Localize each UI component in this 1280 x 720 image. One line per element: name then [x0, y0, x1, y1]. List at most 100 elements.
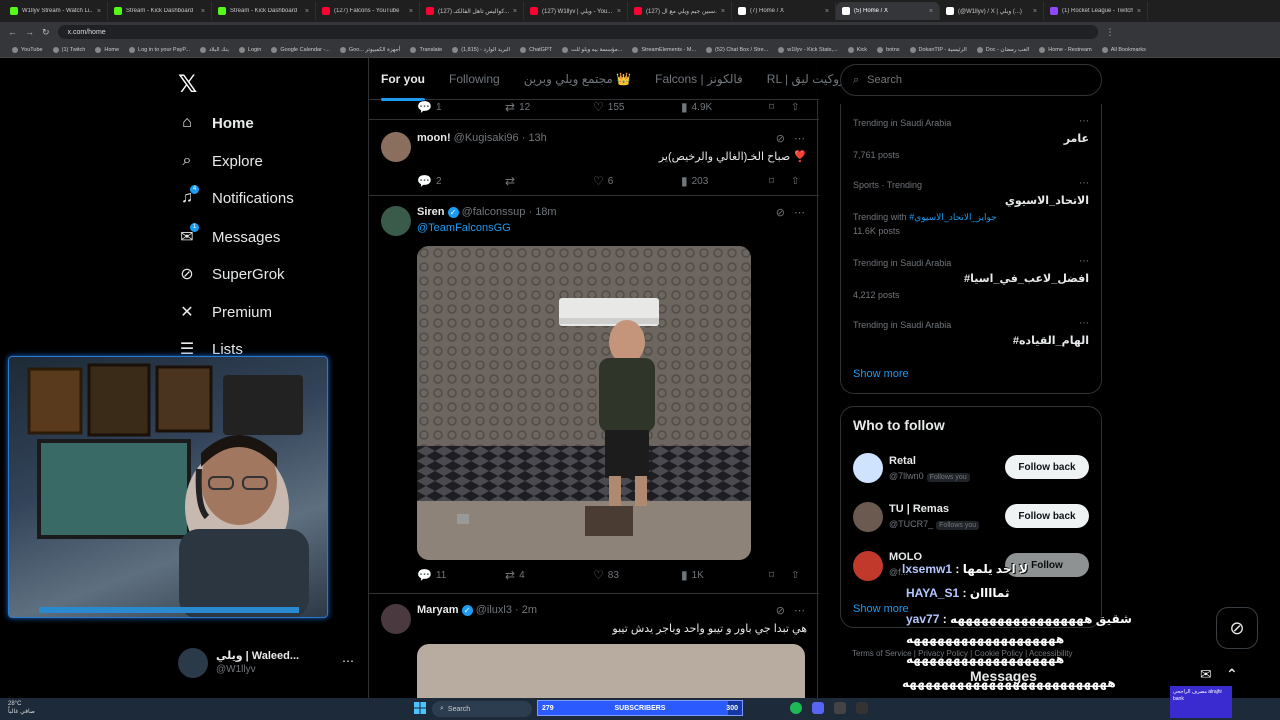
- trend-with-hashtag[interactable]: #جوايز_الاتحاد_الاسيوي: [909, 212, 997, 222]
- bookmark-item[interactable]: Home: [95, 46, 119, 53]
- taskbar-search[interactable]: ⌕ Search: [432, 701, 532, 717]
- close-tab-icon[interactable]: ×: [513, 8, 517, 15]
- bookmark-item[interactable]: DokanTIP - الرئيسية: [909, 46, 967, 53]
- more-icon[interactable]: ⋯: [794, 604, 805, 617]
- browser-tab[interactable]: Stream - Kick Dashboard ×: [108, 2, 212, 20]
- browser-tab[interactable]: (7) Home / X ×: [732, 2, 836, 20]
- extensions-icon[interactable]: ⋮: [1106, 27, 1115, 38]
- like-button[interactable]: ♡ 155: [593, 100, 681, 114]
- bookmark-item[interactable]: w1llyv - Kick Stats,...: [778, 46, 838, 53]
- search-input[interactable]: ⌕ Search: [840, 64, 1102, 96]
- tab-for-you[interactable]: For you: [369, 72, 437, 101]
- more-icon[interactable]: ⋯: [794, 206, 805, 219]
- follow-back-button[interactable]: Follow back: [1005, 504, 1089, 528]
- close-tab-icon[interactable]: ×: [929, 8, 933, 15]
- grok-icon[interactable]: ⊘: [776, 132, 785, 145]
- follow-back-button[interactable]: Follow back: [1005, 455, 1089, 479]
- like-button[interactable]: ♡ 6: [593, 174, 681, 188]
- bookmark-item[interactable]: All Bookmarks: [1101, 46, 1146, 53]
- bookmark-icon[interactable]: ⌑: [769, 570, 791, 581]
- more-icon[interactable]: ⋯: [1079, 318, 1089, 329]
- more-icon[interactable]: ⋯: [342, 654, 354, 668]
- browser-tab[interactable]: (127) Falcons - YouTube ×: [316, 2, 420, 20]
- post-image[interactable]: [417, 644, 805, 698]
- x-logo-icon[interactable]: 𝕏: [178, 70, 197, 99]
- close-tab-icon[interactable]: ×: [617, 8, 621, 15]
- reply-button[interactable]: 💬 1: [417, 100, 505, 114]
- bookmark-item[interactable]: Kick: [847, 46, 867, 53]
- bookmark-item[interactable]: البريد الوارد - (1,815): [452, 46, 510, 53]
- browser-tab[interactable]: (5) Home / X ×: [836, 2, 940, 20]
- bookmark-item[interactable]: ChatGPT: [520, 46, 552, 53]
- post-author[interactable]: Maryam ✓ @iluxl3 · 2m: [417, 604, 537, 616]
- bookmark-icon[interactable]: ⌑: [769, 176, 791, 187]
- app-icon[interactable]: [856, 702, 868, 714]
- share-icon[interactable]: ⇧: [791, 102, 803, 113]
- nav-premium[interactable]: ✕ Premium: [178, 302, 272, 322]
- share-icon[interactable]: ⇧: [791, 176, 803, 187]
- tab-following[interactable]: Following: [437, 72, 512, 86]
- nav-supergrok[interactable]: ⊘ SuperGrok: [178, 264, 284, 284]
- spotify-icon[interactable]: [790, 702, 802, 714]
- more-icon[interactable]: ⋯: [1079, 256, 1089, 267]
- more-icon[interactable]: ⋯: [1079, 116, 1089, 127]
- reload-icon[interactable]: ↻: [42, 27, 50, 38]
- close-tab-icon[interactable]: ×: [825, 8, 829, 15]
- post-video[interactable]: [417, 246, 751, 560]
- avatar[interactable]: [381, 206, 411, 236]
- bookmark-item[interactable]: (1) Twitch: [52, 46, 85, 53]
- like-button[interactable]: ♡ 83: [593, 568, 681, 582]
- views-button[interactable]: ▮ 4.9K: [681, 100, 769, 114]
- bookmark-item[interactable]: Log in to your PayP...: [129, 46, 190, 53]
- browser-tab[interactable]: (1) Rocket League - Twitch ×: [1044, 2, 1148, 20]
- bookmark-item[interactable]: مؤسسة بيه ويلو للت...: [562, 46, 622, 53]
- browser-tab[interactable]: (127) كواليس تأهل الفالكنـ... ×: [420, 2, 524, 20]
- bookmark-icon[interactable]: ⌑: [769, 102, 791, 113]
- bookmark-item[interactable]: YouTube: [12, 46, 43, 53]
- bookmark-item[interactable]: Google Calendar -...: [271, 46, 330, 53]
- browser-tab[interactable]: W1llyv Stream - Watch Li... ×: [4, 2, 108, 20]
- browser-tab[interactable]: Stream - Kick Dashboard ×: [212, 2, 316, 20]
- bookmark-item[interactable]: botns: [877, 46, 900, 53]
- avatar[interactable]: [853, 502, 883, 532]
- close-tab-icon[interactable]: ×: [1137, 8, 1141, 15]
- who-to-follow-show-more-link[interactable]: Show more: [853, 603, 909, 615]
- discord-icon[interactable]: [812, 702, 824, 714]
- account-switcher[interactable]: ويلي | Waleed... @W1llyv ⋯: [178, 646, 362, 682]
- nav-home[interactable]: ⌂ Home: [178, 114, 254, 132]
- post-moon[interactable]: moon! @Kugisaki96 · 13h ⊘ ⋯ صباح الخـ(ال…: [369, 122, 819, 196]
- compose-message-icon[interactable]: ✉: [1200, 666, 1212, 683]
- weather-widget[interactable]: 28°C صافي غالباً: [8, 700, 35, 716]
- app-icon[interactable]: [834, 702, 846, 714]
- browser-tab[interactable]: (127) W1llyv | ويلي - You... ×: [524, 2, 628, 20]
- views-button[interactable]: ▮ 1K: [681, 568, 769, 582]
- browser-tab[interactable]: (127) سبين جيم ويلي مع ال... ×: [628, 2, 732, 20]
- post-mention-link[interactable]: @TeamFalconsGG: [417, 222, 511, 234]
- bookmark-item[interactable]: Translate: [410, 46, 442, 53]
- close-tab-icon[interactable]: ×: [1033, 8, 1037, 15]
- share-icon[interactable]: ⇧: [791, 570, 803, 581]
- close-tab-icon[interactable]: ×: [97, 8, 101, 15]
- close-tab-icon[interactable]: ×: [721, 8, 725, 15]
- repost-button[interactable]: ⇄ 4: [505, 568, 593, 582]
- post-siren[interactable]: Siren ✓ @falconssup · 18m ⊘ ⋯ @TeamFalco…: [369, 196, 819, 594]
- forward-icon[interactable]: →: [25, 27, 34, 37]
- nav-messages[interactable]: ✉ 1 Messages: [178, 223, 280, 247]
- address-bar[interactable]: x.com/home: [57, 25, 1098, 39]
- bookmark-item[interactable]: StreamElements - M...: [632, 46, 696, 53]
- reply-button[interactable]: 💬 2: [417, 174, 505, 188]
- chevron-up-icon[interactable]: ⌃: [1226, 666, 1238, 683]
- more-icon[interactable]: ⋯: [1079, 178, 1089, 189]
- tab-falcons[interactable]: Falcons | فالكونز: [643, 72, 755, 86]
- repost-button[interactable]: ⇄ 12: [505, 100, 593, 114]
- close-tab-icon[interactable]: ×: [201, 8, 205, 15]
- bookmark-item[interactable]: Login: [238, 46, 261, 53]
- more-icon[interactable]: ⋯: [794, 132, 805, 145]
- post-author[interactable]: Siren ✓ @falconssup · 18m: [417, 206, 557, 218]
- avatar[interactable]: [381, 604, 411, 634]
- post-author[interactable]: moon! @Kugisaki96 · 13h: [417, 132, 547, 144]
- bookmark-item[interactable]: (52) Chat Box / Stre...: [706, 46, 768, 53]
- bookmark-item[interactable]: Home - Restream: [1039, 46, 1092, 53]
- close-tab-icon[interactable]: ×: [305, 8, 309, 15]
- nav-explore[interactable]: ⌕ Explore: [178, 152, 263, 170]
